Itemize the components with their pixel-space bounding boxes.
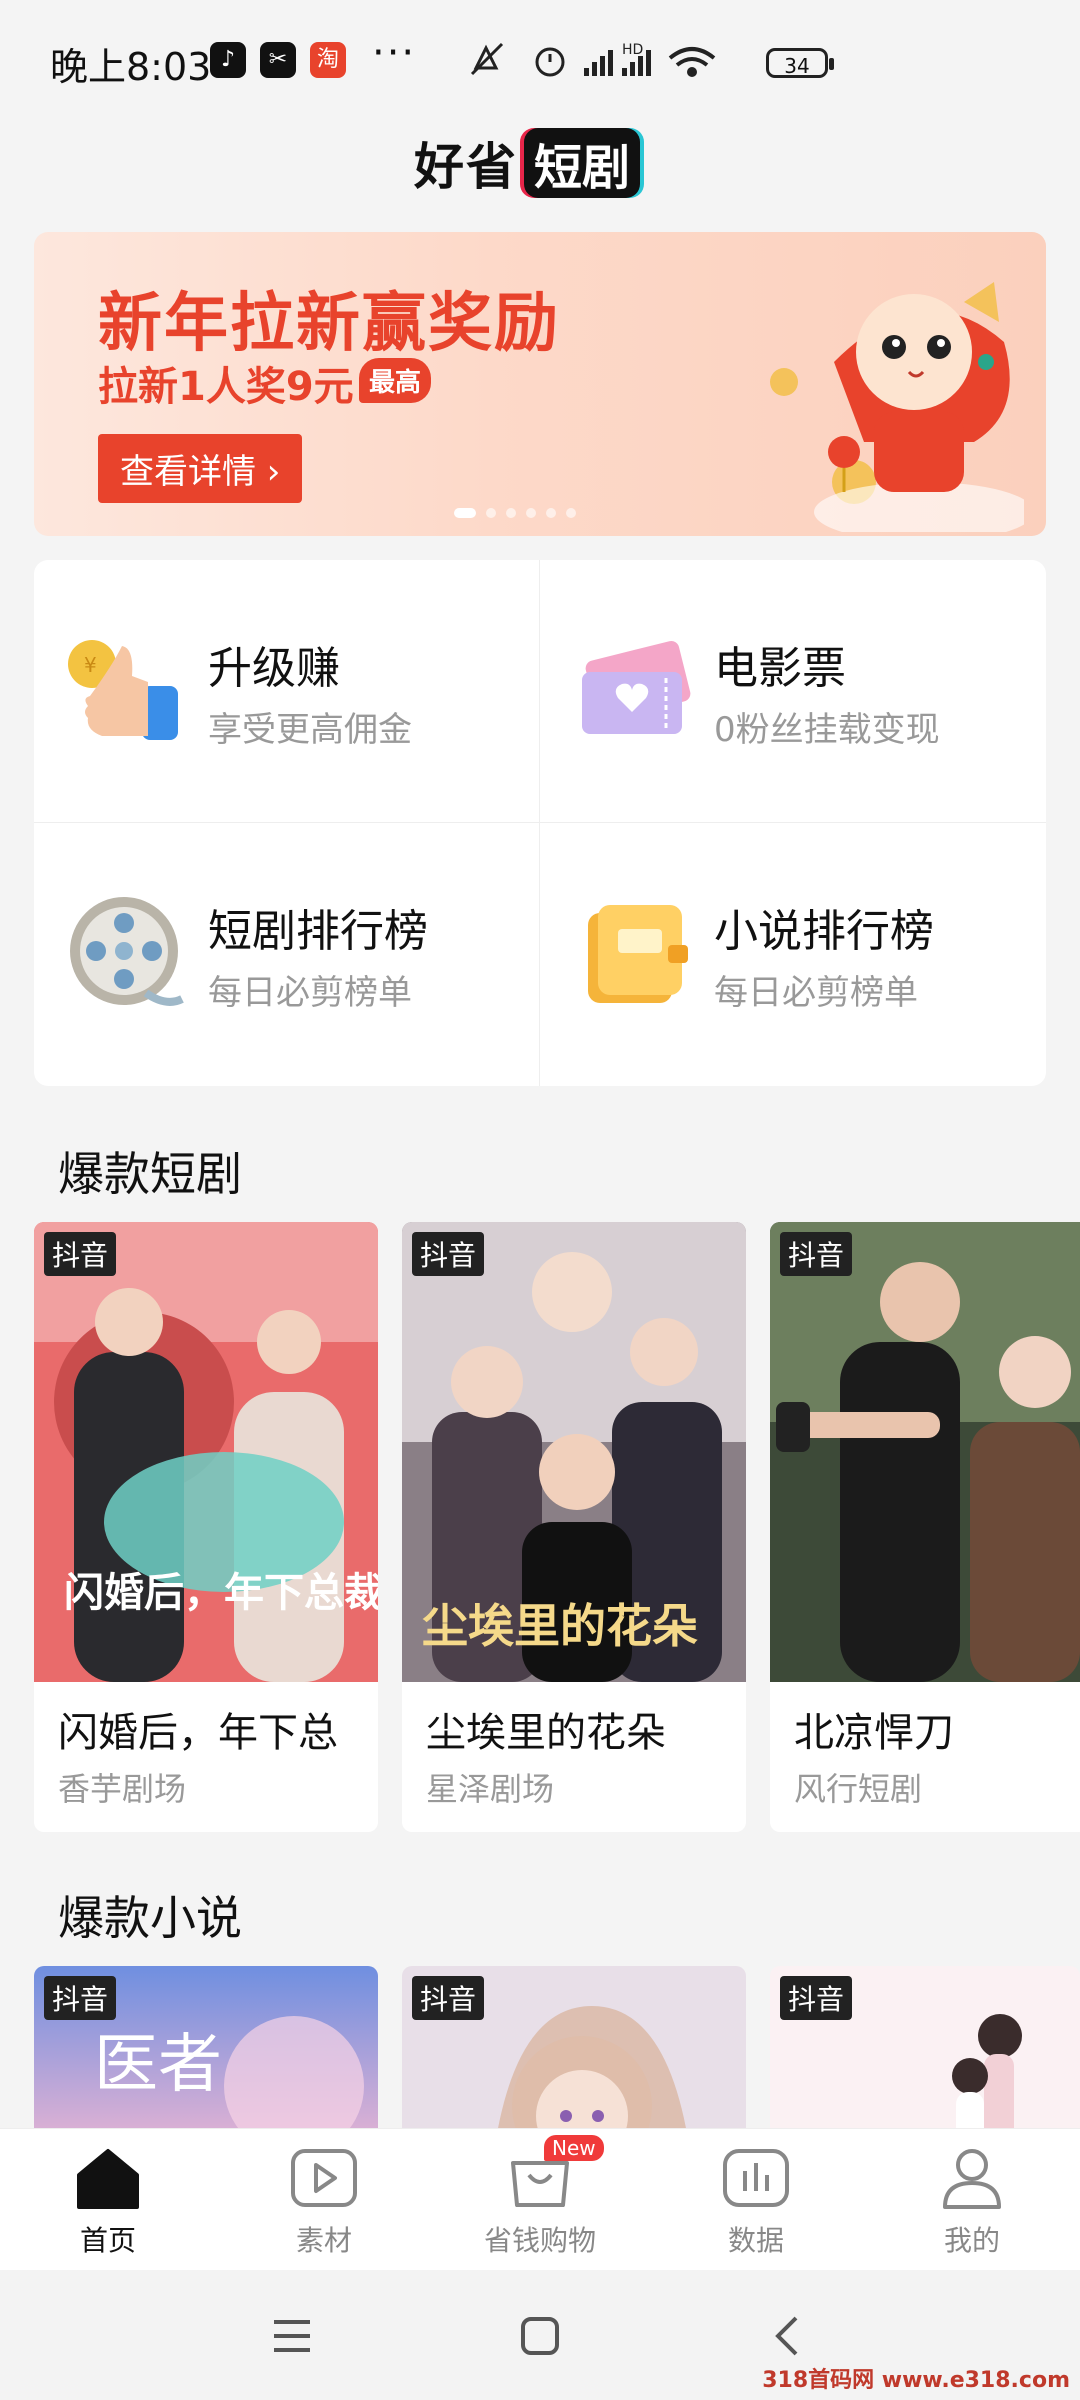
platform-badge: 抖音 [44, 1976, 117, 2020]
banner-title: 新年拉新赢奖励 [98, 287, 560, 361]
logo-text-1: 好省 [414, 138, 518, 196]
feature-subtitle: 每日必剪榜单 [714, 973, 918, 1013]
drama-studio: 香芋剧场 [58, 1770, 187, 1808]
tiktok-icon: ♪ [210, 42, 246, 78]
app-logo: 好省 短剧 [414, 128, 641, 198]
feature-title: 短剧排行榜 [208, 906, 428, 957]
status-icons: HD [470, 42, 716, 77]
back-icon[interactable] [772, 2314, 802, 2358]
user-icon [943, 2149, 1001, 2209]
feature-upgrade-earn[interactable]: ¥ 升级赚 享受更高佣金 [34, 560, 540, 823]
feature-title: 电影票 [714, 643, 846, 694]
bottom-tab-bar: 首页 素材 New 省钱购物 数据 我的 [0, 2128, 1080, 2271]
platform-badge: 抖音 [412, 1976, 485, 2020]
status-time: 晚上8:03 [50, 45, 212, 89]
feature-novel-ranking[interactable]: 小说排行榜 每日必剪榜单 [540, 823, 1046, 1086]
platform-badge: 抖音 [780, 1232, 853, 1276]
poster-text: 尘埃里的花朵 [422, 1599, 698, 1653]
tab-mine[interactable]: 我的 [902, 2147, 1042, 2259]
tab-label: 首页 [79, 2224, 136, 2257]
menu-icon[interactable] [272, 2318, 312, 2354]
play-video-icon [291, 2149, 357, 2207]
feature-grid: ¥ 升级赚 享受更高佣金 电影票 0粉丝挂载变现 短剧排行榜 每日必剪榜单 小说… [34, 560, 1046, 1086]
book-icon [588, 905, 688, 1003]
drama-card[interactable]: 抖音 北凉悍刀 风行短剧 [770, 1222, 1080, 1832]
drama-title: 闪婚后，年下总 [58, 1710, 338, 1756]
mute-icon [470, 42, 504, 76]
watermark: 318首码网 www.e318.com [762, 2368, 1070, 2393]
film-reel-icon [70, 897, 184, 1006]
drama-card[interactable]: 尘埃里的花朵 抖音 尘埃里的花朵 星泽剧场 [402, 1222, 746, 1832]
drama-studio: 星泽剧场 [426, 1770, 555, 1808]
section-title-dramas: 爆款短剧 [58, 1147, 242, 1201]
status-bar: 晚上8:03 ♪ ✂ 淘 ··· HD 34 [0, 0, 1080, 120]
battery-indicator: 34 [766, 48, 834, 78]
drama-title: 尘埃里的花朵 [426, 1710, 666, 1756]
tab-label: 省钱购物 [483, 2224, 596, 2257]
home-nav-icon[interactable] [520, 2316, 560, 2356]
feature-drama-ranking[interactable]: 短剧排行榜 每日必剪榜单 [34, 823, 540, 1086]
banner-tag: 最高 [359, 358, 432, 403]
poster-text: 闪婚后，年下总裁狠狠爱 [64, 1570, 378, 1616]
banner-pagination [454, 508, 576, 518]
logo-text-2: 短剧 [524, 128, 641, 198]
tab-label: 数据 [727, 2224, 784, 2257]
signal-icon [584, 50, 613, 76]
drama-title: 北凉悍刀 [794, 1710, 954, 1756]
feature-movie-ticket[interactable]: 电影票 0粉丝挂载变现 [540, 560, 1046, 823]
platform-badge: 抖音 [780, 1976, 853, 2020]
drama-poster-image [770, 1222, 1080, 1682]
wifi-icon [668, 47, 716, 77]
tab-label: 我的 [943, 2224, 1000, 2257]
new-badge: New [544, 2135, 604, 2161]
drama-card[interactable]: 闪婚后，年下总裁狠狠爱 抖音 闪婚后，年下总 香芋剧场 [34, 1222, 378, 1832]
svg-text:HD: HD [622, 42, 643, 58]
tab-home[interactable]: 首页 [38, 2147, 178, 2259]
cover-text: 医者 [94, 2028, 222, 2102]
dragon-mascot-image [770, 282, 1024, 532]
banner-subtitle: 拉新1人奖9元 [98, 364, 354, 410]
feature-subtitle: 享受更高佣金 [208, 710, 412, 750]
system-navigation-bar: 318首码网 www.e318.com [0, 2270, 1080, 2400]
drama-poster-image: 尘埃里的花朵 [402, 1222, 746, 1682]
capcut-icon: ✂ [260, 42, 296, 78]
tab-shopping[interactable]: New 省钱购物 [470, 2135, 610, 2259]
platform-badge: 抖音 [44, 1232, 117, 1276]
ticket-icon [582, 641, 691, 734]
platform-badge: 抖音 [412, 1232, 485, 1276]
tab-label: 素材 [295, 2224, 352, 2257]
feature-subtitle: 0粉丝挂载变现 [714, 710, 940, 750]
more-notifications-icon: ··· [372, 30, 417, 76]
home-icon [77, 2149, 139, 2209]
feature-title: 升级赚 [208, 643, 340, 694]
bar-chart-icon [723, 2149, 789, 2207]
tab-data[interactable]: 数据 [686, 2147, 826, 2259]
tab-material[interactable]: 素材 [254, 2147, 394, 2259]
promo-banner[interactable]: 新年拉新赢奖励 拉新1人奖9元 最高 查看详情 › [34, 232, 1046, 536]
taobao-icon: 淘 [310, 42, 346, 78]
drama-poster-image: 闪婚后，年下总裁狠狠爱 [34, 1222, 378, 1682]
drama-studio: 风行短剧 [794, 1770, 923, 1808]
feature-subtitle: 每日必剪榜单 [208, 973, 412, 1013]
section-title-novels: 爆款小说 [58, 1891, 242, 1945]
feature-title: 小说排行榜 [714, 906, 934, 957]
view-details-button[interactable]: 查看详情 › [98, 434, 303, 503]
thumbs-up-coin-icon: ¥ [68, 640, 178, 740]
svg-text:¥: ¥ [84, 653, 97, 677]
alarm-icon [535, 47, 565, 77]
